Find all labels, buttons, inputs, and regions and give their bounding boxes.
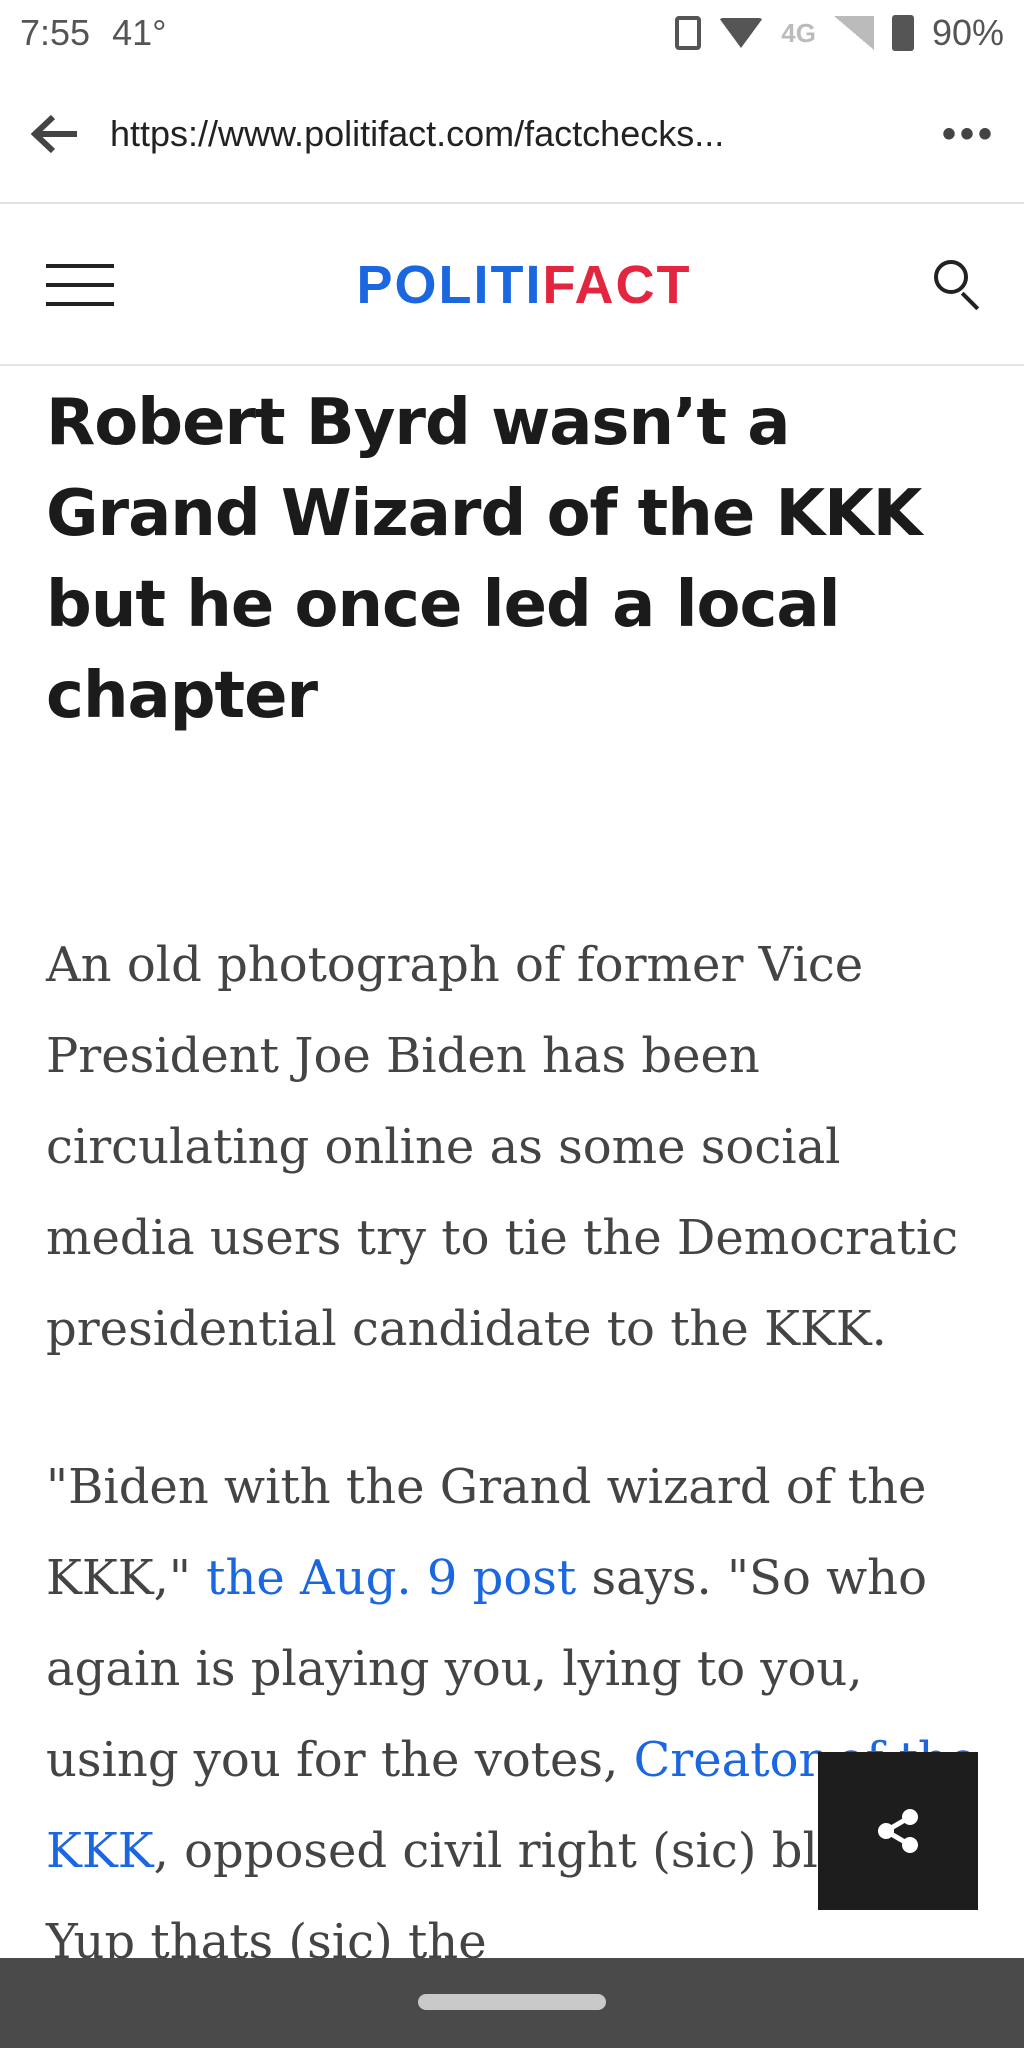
signal-icon (833, 16, 874, 50)
battery-percent: 90% (931, 12, 1004, 53)
network-type: 4G (781, 17, 816, 48)
share-icon (878, 1809, 918, 1853)
status-right: 4G 90% (675, 12, 1004, 54)
more-options-button[interactable]: ••• (914, 112, 1024, 157)
politifact-logo[interactable]: POLITIFACT (357, 254, 692, 316)
search-icon[interactable] (934, 260, 984, 311)
logo-politi: POLITI (356, 255, 543, 315)
vibrate-icon (675, 16, 702, 50)
logo-fact: FACT (542, 255, 692, 315)
battery-icon (891, 15, 914, 51)
status-time: 7:55 (20, 12, 91, 53)
site-header: POLITIFACT (0, 206, 1024, 366)
article-paragraph-1: An old photograph of former Vice Preside… (46, 937, 959, 1357)
url-field[interactable]: https://www.politifact.com/factchecks... (110, 113, 914, 155)
para2-text-3: , opposed civil right (sic) blacks. Yup … (46, 1823, 943, 1970)
arrow-left-icon (31, 114, 77, 154)
aug-9-post-link[interactable]: the Aug. 9 post (206, 1550, 576, 1606)
home-gesture-handle[interactable] (418, 1994, 606, 2010)
hamburger-icon[interactable] (46, 264, 114, 306)
browser-toolbar: https://www.politifact.com/factchecks...… (0, 66, 1024, 204)
status-left: 7:55 41° (20, 12, 167, 54)
status-temperature: 41° (112, 12, 167, 53)
back-button[interactable] (0, 65, 110, 203)
wifi-icon (719, 18, 764, 48)
share-button[interactable] (818, 1752, 978, 1910)
status-bar: 7:55 41° 4G 90% (0, 0, 1024, 66)
system-nav-bar (0, 1958, 1024, 2048)
article-headline: Robert Byrd wasn’t a Grand Wizard of the… (46, 386, 922, 733)
